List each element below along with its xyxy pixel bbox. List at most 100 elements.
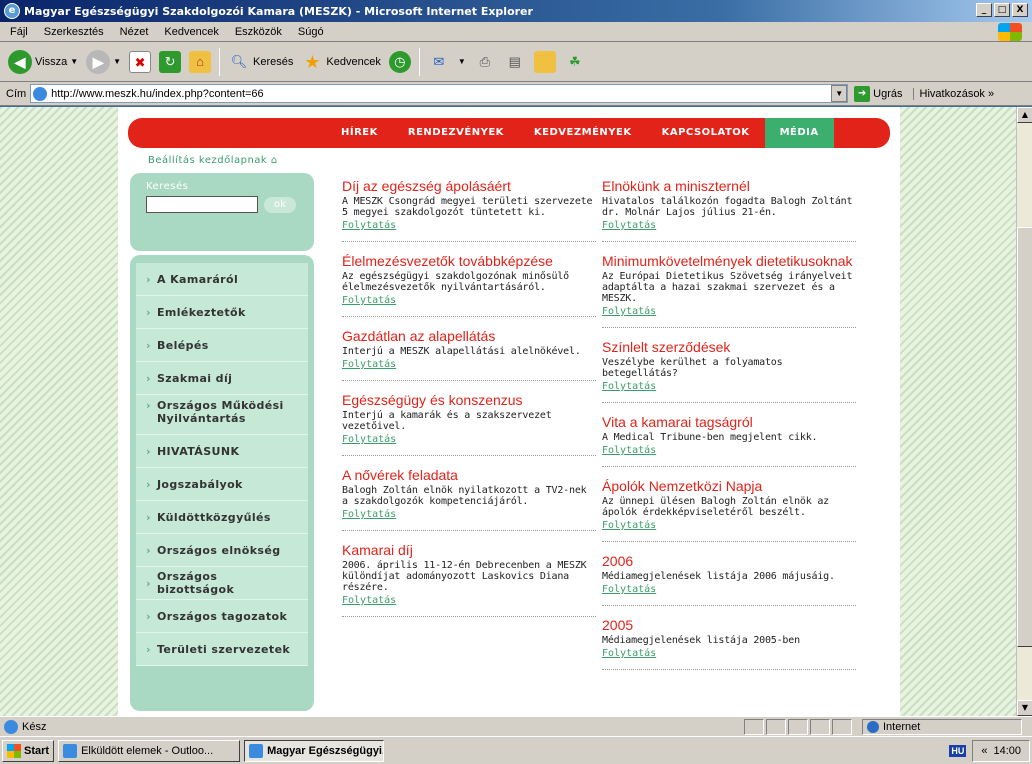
nav-item[interactable]: RENDEZVÉNYEK (393, 118, 519, 148)
refresh-icon[interactable]: ↻ (159, 50, 182, 73)
read-more-link[interactable]: Folytatás (602, 220, 656, 231)
tray-expand-icon[interactable]: « (981, 745, 987, 757)
scroll-thumb[interactable] (1017, 227, 1032, 647)
scroll-up-icon[interactable]: ▲ (1017, 107, 1032, 123)
news-title[interactable]: Minimumkövetelmények dietetikusoknak (602, 254, 856, 269)
read-more-link[interactable]: Folytatás (342, 359, 396, 370)
news-title[interactable]: A nővérek feladata (342, 468, 596, 483)
read-more-link[interactable]: Folytatás (342, 295, 396, 306)
sidebar-item[interactable]: › Országos Működési Nyilvántartás (136, 395, 308, 435)
menu-view[interactable]: Nézet (118, 25, 151, 39)
back-button[interactable]: ◀ Vissza ▼ (8, 49, 78, 74)
news-title[interactable]: Kamarai díj (342, 543, 596, 558)
menu-favorites[interactable]: Kedvencek (162, 25, 220, 39)
site-search-input[interactable] (146, 196, 258, 213)
mail-icon[interactable]: ✉ (428, 51, 450, 73)
sidebar-item-label: HIVATÁSUNK (156, 444, 240, 458)
read-more-link[interactable]: Folytatás (342, 220, 396, 231)
menu-file[interactable]: Fájl (8, 25, 30, 39)
address-input[interactable]: http://www.meszk.hu/index.php?content=66… (30, 84, 849, 103)
go-label: Ugrás (873, 87, 903, 100)
read-more-link[interactable]: Folytatás (602, 648, 656, 659)
messenger-icon[interactable]: ☘ (564, 51, 586, 73)
maximize-button[interactable]: □ (994, 3, 1010, 17)
scroll-down-icon[interactable]: ▼ (1017, 700, 1032, 716)
back-dropdown-icon[interactable]: ▼ (70, 57, 78, 66)
sidebar-item[interactable]: › HIVATÁSUNK (136, 435, 308, 468)
home-icon[interactable]: ⌂ (189, 50, 212, 73)
status-text: Kész (22, 720, 47, 733)
title-bar: e Magyar Egészségügyi Szakdolgozói Kamar… (0, 0, 1032, 22)
sidebar-item-label: Jogszabályok (156, 477, 243, 491)
mail-dropdown-icon[interactable]: ▼ (458, 57, 466, 66)
forward-arrow-icon: ▶ (86, 49, 111, 74)
folder-icon[interactable] (533, 50, 556, 73)
links-label[interactable]: Hivatkozások » (912, 87, 994, 100)
sidebar-item[interactable]: › A Kamaráról (136, 263, 308, 296)
menu-help[interactable]: Súgó (296, 25, 326, 39)
language-indicator[interactable]: HU (949, 745, 967, 757)
go-button[interactable]: ➔ Ugrás (854, 85, 903, 102)
sidebar-item[interactable]: › Területi szervezetek (136, 633, 308, 666)
nav-item[interactable]: KAPCSOLATOK (647, 118, 765, 148)
print-icon[interactable]: ⎙ (474, 51, 496, 73)
edit-icon[interactable]: ▤ (504, 51, 526, 73)
status-panes (744, 719, 852, 735)
search-button[interactable]: 🔍︎ Keresés (228, 51, 294, 73)
close-button[interactable]: X (1012, 3, 1028, 17)
stop-icon[interactable]: ✖ (129, 50, 152, 73)
chevron-right-icon: › (146, 444, 151, 458)
taskbar-outlook[interactable]: Elküldött elemek - Outloo... (58, 739, 241, 762)
menu-tools[interactable]: Eszközök (233, 25, 284, 39)
forward-dropdown-icon[interactable]: ▼ (113, 57, 121, 66)
news-title[interactable]: Vita a kamarai tagságról (602, 415, 856, 430)
sidebar-item[interactable]: › Belépés (136, 329, 308, 362)
news-item: Minimumkövetelmények dietetikusoknak Az E… (602, 254, 856, 328)
nav-item[interactable]: KEDVEZMÉNYEK (519, 118, 647, 148)
read-more-link[interactable]: Folytatás (342, 509, 396, 520)
clock-area: « 14:00 (972, 740, 1030, 762)
read-more-link[interactable]: Folytatás (602, 445, 656, 456)
read-more-link[interactable]: Folytatás (342, 595, 396, 606)
chevron-right-icon: › (146, 272, 151, 286)
sidebar-item[interactable]: › Országos elnökség (136, 534, 308, 567)
read-more-link[interactable]: Folytatás (602, 381, 656, 392)
sidebar-item[interactable]: › Szakmai díj (136, 362, 308, 395)
vertical-scrollbar[interactable]: ▲ ▼ (1016, 107, 1032, 716)
search-icon: 🔍︎ (230, 53, 248, 69)
read-more-link[interactable]: Folytatás (602, 520, 656, 531)
read-more-link[interactable]: Folytatás (602, 306, 656, 317)
minimize-button[interactable]: _ (976, 3, 992, 17)
forward-button[interactable]: ▶ ▼ (86, 49, 121, 74)
sidebar-item[interactable]: › Emlékeztetők (136, 296, 308, 329)
history-icon[interactable]: ◷ (388, 50, 411, 73)
sidebar-item-label: Országos tagozatok (156, 609, 288, 623)
address-dropdown-icon[interactable]: ▼ (831, 85, 848, 102)
sidebar-item[interactable]: › Jogszabályok (136, 468, 308, 501)
read-more-link[interactable]: Folytatás (342, 434, 396, 445)
news-title[interactable]: Élelmezésvezetők továbbképzése (342, 254, 596, 269)
news-title[interactable]: Színlelt szerződések (602, 340, 856, 355)
news-title[interactable]: 2006 (602, 554, 856, 569)
set-homepage-link[interactable]: Beállítás kezdőlapnak ⌂ (148, 155, 278, 166)
nav-item[interactable]: MÉDIA (764, 118, 834, 148)
news-title[interactable]: Elnökünk a miniszternél (602, 179, 856, 194)
news-title[interactable]: Ápolók Nemzetközi Napja (602, 479, 856, 494)
start-button[interactable]: Start (2, 739, 55, 762)
search-ok-button[interactable]: ok (264, 196, 296, 213)
sidebar-item[interactable]: › Küldöttközgyűlés (136, 501, 308, 534)
nav-item[interactable]: HÍREK (326, 118, 393, 148)
news-title[interactable]: Díj az egészség ápolásáért (342, 179, 596, 194)
sidebar-item[interactable]: › Országos bizottságok (136, 567, 308, 600)
ie-icon: e (4, 3, 20, 19)
news-title[interactable]: Egészségügy és konszenzus (342, 393, 596, 408)
news-title[interactable]: Gazdátlan az alapellátás (342, 329, 596, 344)
outlook-icon (63, 743, 78, 758)
news-item: 2005 Médiamegjelenések listája 2005-ben Fo… (602, 618, 856, 670)
news-title[interactable]: 2005 (602, 618, 856, 633)
sidebar-item[interactable]: › Országos tagozatok (136, 600, 308, 633)
read-more-link[interactable]: Folytatás (602, 584, 656, 595)
favorites-button[interactable]: ★ Kedvencek (301, 51, 381, 73)
taskbar-ie[interactable]: Magyar Egészségügyi... (244, 739, 385, 762)
menu-edit[interactable]: Szerkesztés (42, 25, 106, 39)
